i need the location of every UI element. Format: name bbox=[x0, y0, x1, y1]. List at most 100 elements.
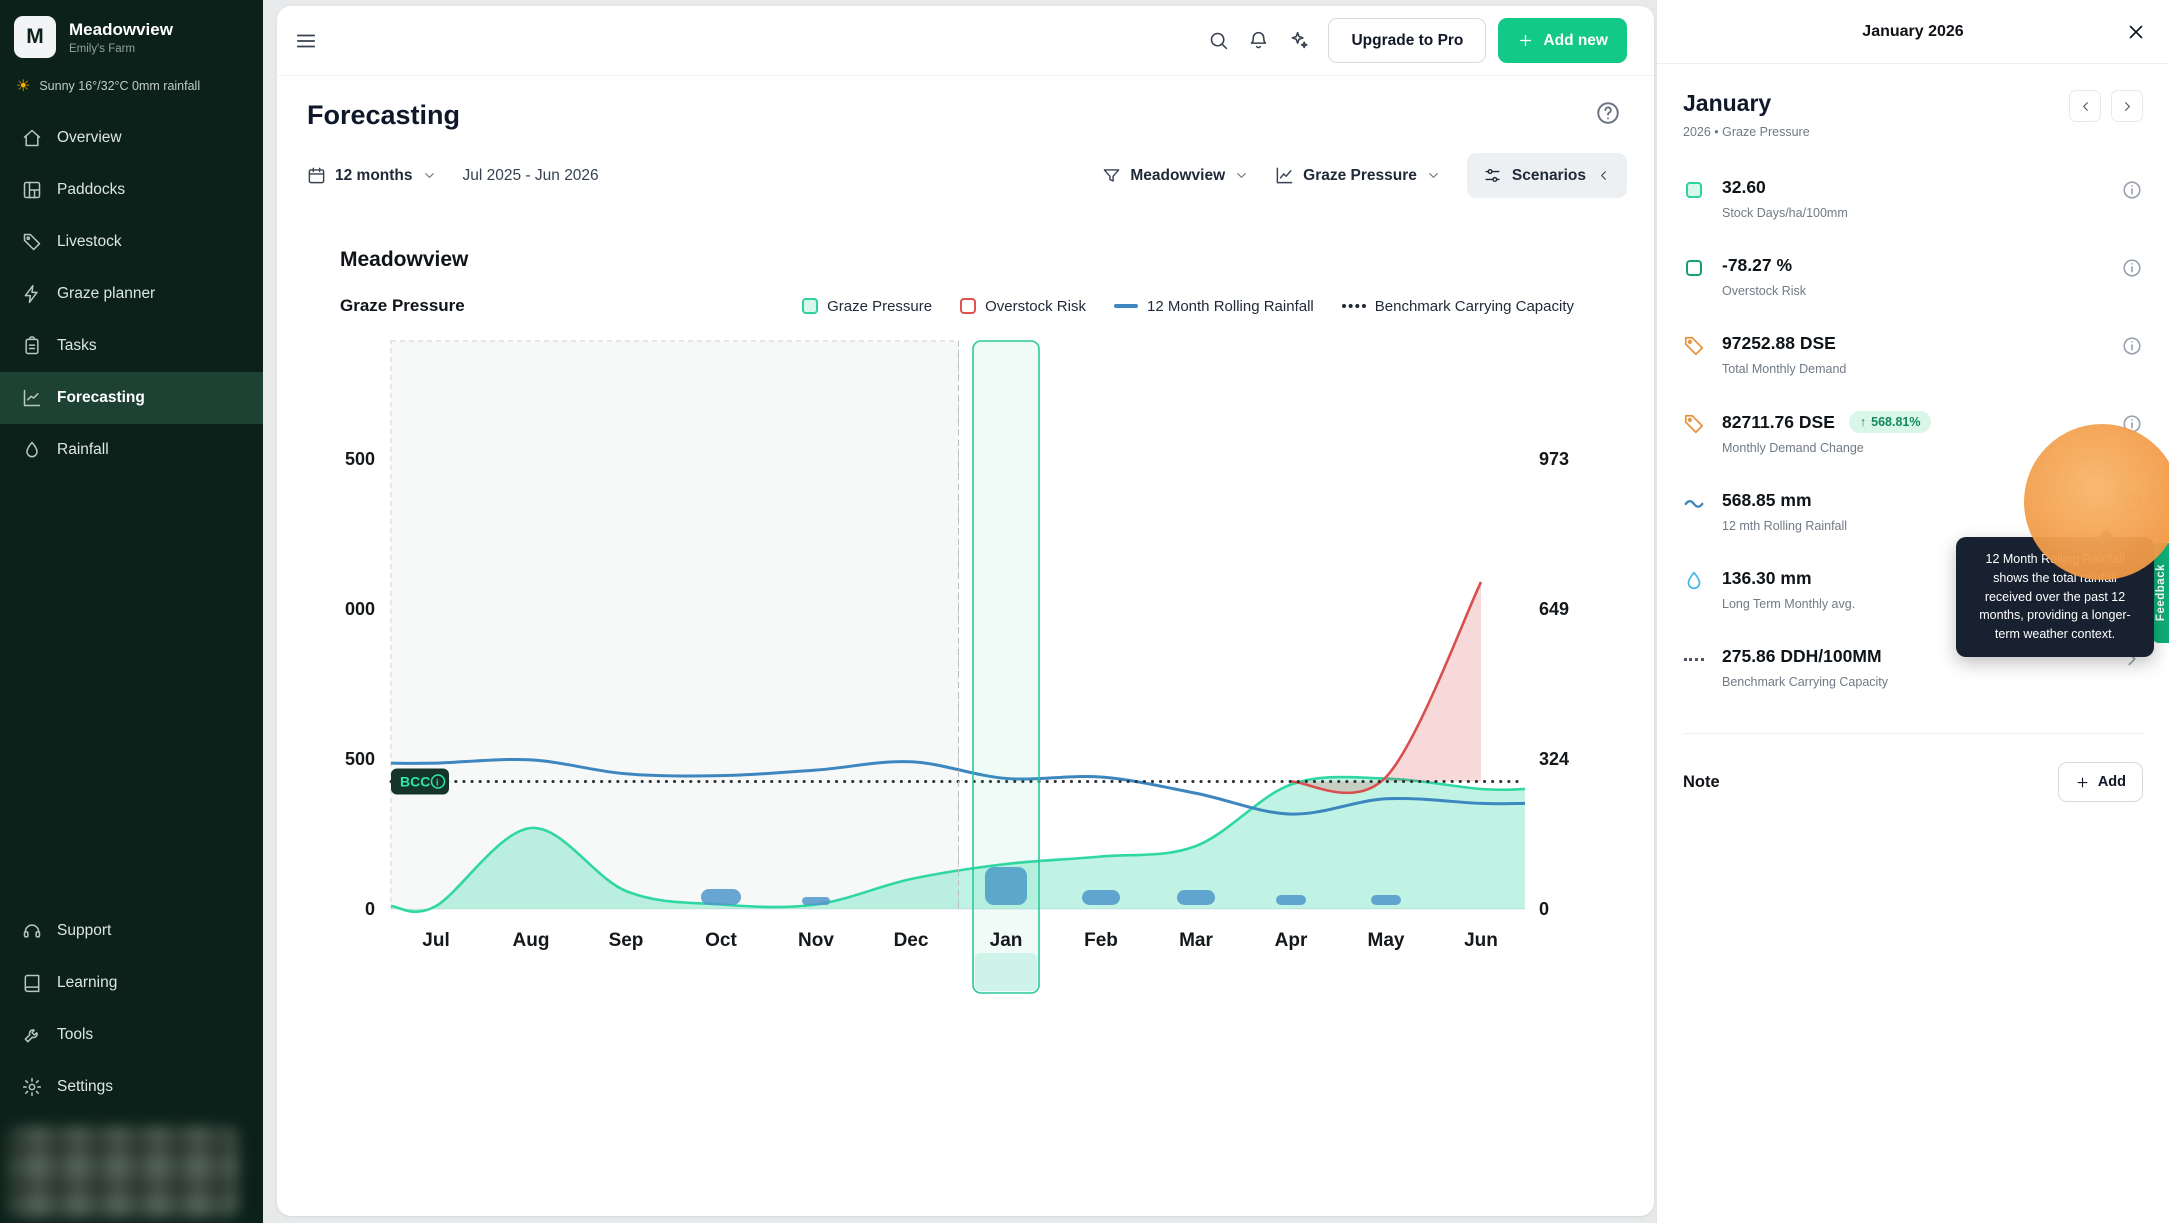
sidebar-item-rainfall[interactable]: Rainfall bbox=[0, 424, 263, 476]
sidebar-item-paddocks[interactable]: Paddocks bbox=[0, 164, 263, 216]
x-axis-label: Sep bbox=[609, 930, 644, 951]
filter-row: 12 months Jul 2025 - Jun 2026 Meadowview… bbox=[277, 131, 1654, 198]
sidebar-footer-nav: Support Learning ToolsSettings bbox=[0, 905, 263, 1113]
info-icon[interactable] bbox=[2121, 257, 2143, 279]
note-section: Note Add bbox=[1683, 733, 2143, 802]
x-axis-label: Nov bbox=[798, 930, 834, 951]
stat-row: 32.60Stock Days/ha/100mm bbox=[1683, 163, 2143, 234]
chevron-left-icon bbox=[2078, 99, 2093, 114]
dotted-swatch bbox=[1342, 304, 1366, 308]
stat-row: -78.27 %Overstock Risk bbox=[1683, 241, 2143, 312]
sidebar-item-label: Overview bbox=[57, 129, 122, 147]
stat-row: 82711.76 DSE↑568.81%Monthly Demand Chang… bbox=[1683, 397, 2143, 469]
weather-text: Sunny 16°/32°C 0mm rainfall bbox=[39, 79, 200, 93]
info-icon[interactable] bbox=[2121, 413, 2143, 435]
sidebar: M Meadowview Emily's Farm ☀ Sunny 16°/32… bbox=[0, 0, 263, 1223]
info-icon[interactable] bbox=[2121, 492, 2143, 514]
sidebar-item-label: Livestock bbox=[57, 233, 122, 251]
month-next-button[interactable] bbox=[2111, 90, 2143, 122]
plus-icon bbox=[1517, 32, 1534, 49]
scenarios-button[interactable]: Scenarios bbox=[1467, 153, 1627, 198]
wave-line-icon bbox=[1683, 492, 1705, 514]
stat-label: Overstock Risk bbox=[1722, 284, 1806, 298]
rainfall-marker bbox=[802, 897, 830, 905]
stat-label: Long Term Monthly avg. bbox=[1722, 597, 1855, 611]
x-axis-label: Aug bbox=[513, 930, 550, 951]
change-badge: ↑568.81% bbox=[1849, 411, 1932, 433]
sidebar-item-tools[interactable]: Tools bbox=[0, 1009, 263, 1061]
x-axis-label: Apr bbox=[1275, 930, 1308, 951]
sidebar-item-forecasting[interactable]: Forecasting bbox=[0, 372, 263, 424]
farm-switcher[interactable]: M Meadowview Emily's Farm bbox=[0, 0, 263, 68]
green-square-swatch bbox=[802, 298, 818, 314]
panel-subtitle: 2026 • Graze Pressure bbox=[1683, 125, 1810, 139]
sidebar-item-support[interactable]: Support bbox=[0, 905, 263, 957]
y-left-tick: 0 bbox=[365, 899, 375, 919]
learning-book-icon bbox=[22, 973, 42, 993]
farm-select[interactable]: Meadowview bbox=[1102, 166, 1249, 185]
blue-line-swatch bbox=[1114, 304, 1138, 308]
add-note-button[interactable]: Add bbox=[2058, 762, 2143, 802]
stat-value: 97252.88 DSE bbox=[1722, 333, 1846, 354]
sparkles-icon bbox=[1288, 30, 1309, 51]
sliders-icon bbox=[1483, 166, 1502, 185]
sidebar-item-overview[interactable]: Overview bbox=[0, 112, 263, 164]
support-headset-icon bbox=[22, 921, 42, 941]
plus-icon bbox=[2075, 775, 2090, 790]
stat-label: 12 mth Rolling Rainfall bbox=[1722, 519, 1847, 533]
add-new-button[interactable]: Add new bbox=[1498, 18, 1627, 63]
sidebar-item-label: Learning bbox=[57, 974, 117, 992]
search-button[interactable] bbox=[1198, 21, 1238, 61]
x-axis-label: Mar bbox=[1179, 930, 1213, 951]
tools-wrench-icon bbox=[22, 1025, 42, 1045]
panel-title: January 2026 bbox=[1862, 23, 1963, 41]
sidebar-item-tasks[interactable]: Tasks bbox=[0, 320, 263, 372]
metric-select[interactable]: Graze Pressure bbox=[1275, 166, 1441, 185]
rainfall-marker bbox=[1082, 890, 1120, 905]
info-icon[interactable] bbox=[2121, 179, 2143, 201]
chevron-down-icon bbox=[1426, 168, 1441, 183]
info-icon[interactable] bbox=[2121, 335, 2143, 357]
chart-legend: Graze PressureOverstock Risk12 Month Rol… bbox=[802, 298, 1574, 315]
notifications-button[interactable] bbox=[1238, 21, 1278, 61]
note-label: Note bbox=[1683, 773, 1720, 792]
funnel-icon bbox=[1102, 166, 1121, 185]
y-right-tick: 0 bbox=[1539, 899, 1549, 919]
x-axis-label: Jun bbox=[1464, 930, 1498, 951]
sidebar-item-learning[interactable]: Learning bbox=[0, 957, 263, 1009]
rainfall-marker bbox=[985, 867, 1027, 905]
chevron-down-icon bbox=[422, 168, 437, 183]
sidebar-item-graze-planner[interactable]: Graze planner bbox=[0, 268, 263, 320]
legend-label: Overstock Risk bbox=[985, 298, 1086, 315]
bcc-badge: BCCi bbox=[391, 769, 449, 795]
page-title: Forecasting bbox=[307, 100, 1627, 131]
graze-pressure-area bbox=[391, 777, 1525, 912]
stat-label: Benchmark Carrying Capacity bbox=[1722, 675, 1888, 689]
paddocks-icon bbox=[22, 180, 42, 200]
user-account-blurred[interactable] bbox=[8, 1127, 238, 1217]
stat-value: 568.85 mm bbox=[1722, 490, 1847, 511]
feedback-tab[interactable]: Feedback bbox=[2152, 543, 2169, 643]
upgrade-to-pro-button[interactable]: Upgrade to Pro bbox=[1328, 18, 1486, 63]
ai-assist-button[interactable] bbox=[1278, 21, 1318, 61]
farm-subtitle: Emily's Farm bbox=[69, 43, 173, 55]
sidebar-item-livestock[interactable]: Livestock bbox=[0, 216, 263, 268]
date-range-select[interactable]: 12 months bbox=[307, 166, 437, 185]
y-right-tick: 324 bbox=[1539, 749, 1569, 769]
close-icon[interactable] bbox=[2125, 21, 2147, 43]
sidebar-item-settings[interactable]: Settings bbox=[0, 1061, 263, 1113]
menu-icon[interactable] bbox=[295, 30, 317, 52]
raindrop-icon bbox=[1683, 570, 1705, 592]
help-icon[interactable] bbox=[1595, 100, 1621, 126]
red-square-swatch bbox=[960, 298, 976, 314]
chevron-right-icon bbox=[2120, 99, 2135, 114]
month-prev-button[interactable] bbox=[2069, 90, 2101, 122]
forecasting-chart-icon bbox=[22, 388, 42, 408]
chart-subtitle: Graze Pressure bbox=[340, 296, 465, 316]
x-axis-label: Jan bbox=[990, 930, 1023, 951]
chevron-left-icon bbox=[1596, 168, 1611, 183]
stat-label: Monthly Demand Change bbox=[1722, 441, 1931, 455]
overstock-risk-line bbox=[1291, 582, 1481, 793]
stat-value: 136.30 mm bbox=[1722, 568, 1855, 589]
rolling-rainfall-tooltip: 12 Month Rolling Rainfall shows the tota… bbox=[1956, 537, 2154, 657]
